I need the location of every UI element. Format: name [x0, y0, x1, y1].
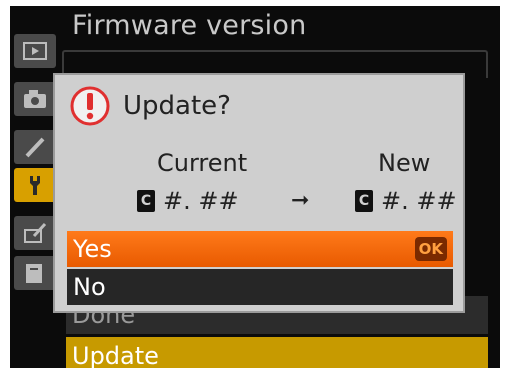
ok-button-icon: OK — [414, 237, 447, 261]
page-title: Firmware version — [72, 10, 307, 41]
playback-icon — [23, 42, 47, 60]
yes-label: Yes — [73, 235, 112, 263]
warning-icon — [70, 86, 110, 126]
current-version: #. ## — [163, 187, 239, 215]
yes-option[interactable]: Yes OK — [67, 231, 453, 267]
new-prefix-badge: C — [355, 190, 373, 212]
current-prefix-badge: C — [137, 190, 155, 212]
sidebar-tab-playback[interactable] — [14, 34, 56, 68]
wrench-icon — [30, 176, 40, 195]
recent-settings-icon — [26, 264, 42, 283]
camera-icon — [24, 90, 46, 108]
pencil-icon — [25, 137, 45, 158]
sidebar-tab-setup[interactable] — [14, 168, 56, 202]
no-label: No — [73, 273, 106, 301]
no-option[interactable]: No — [67, 269, 453, 305]
sidebar-tab-custom[interactable] — [14, 130, 56, 164]
sidebar-tab-retouch[interactable] — [14, 216, 56, 250]
camera-menu-screen: Firmware version Done Update Update? Cur… — [10, 6, 500, 368]
current-label: Current — [157, 149, 248, 177]
new-version-row: C #. ## — [355, 187, 457, 215]
dialog-title: Update? — [123, 91, 231, 121]
new-label: New — [378, 149, 431, 177]
menu-item-update[interactable]: Update — [66, 337, 488, 368]
current-version-row: C #. ## — [137, 187, 239, 215]
new-version: #. ## — [381, 187, 457, 215]
sidebar-tab-shooting[interactable] — [14, 82, 56, 116]
sidebar-tab-recent[interactable] — [14, 256, 56, 290]
update-dialog: Update? Current New C #. ## ➞ C #. ## Ye… — [53, 73, 465, 313]
retouch-icon — [24, 222, 47, 243]
arrow-icon: ➞ — [291, 188, 310, 213]
